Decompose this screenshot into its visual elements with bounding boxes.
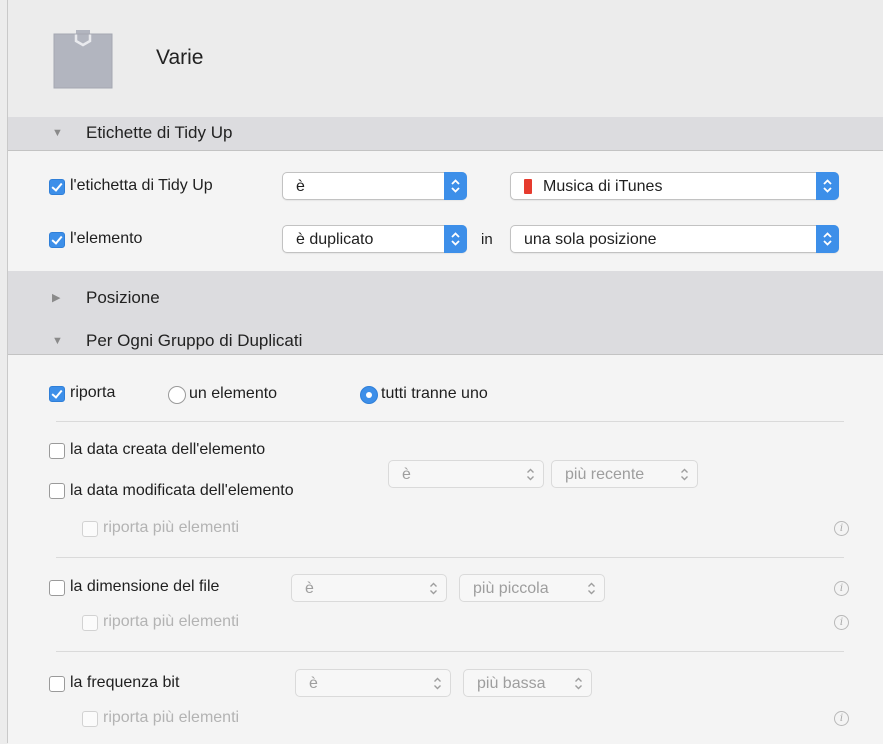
duplicate-rule-checkbox[interactable]: [49, 232, 65, 248]
report-checkbox[interactable]: [49, 386, 65, 402]
disclosure-triangle-down-icon[interactable]: ▼: [52, 127, 63, 139]
info-icon[interactable]: i: [834, 615, 849, 630]
bitrate-label: la frequenza bit: [70, 674, 180, 691]
popup-value: più recente: [565, 466, 645, 483]
file-size-label: la dimensione del file: [70, 578, 220, 595]
created-date-checkbox[interactable]: [49, 443, 65, 459]
popup-value: è: [296, 178, 305, 195]
divider: [56, 421, 844, 422]
section-header-position[interactable]: ▶ Posizione: [8, 271, 883, 327]
divider: [56, 651, 844, 652]
popup-value: è duplicato: [296, 231, 374, 248]
radio-one-item-label: un elemento: [189, 385, 278, 402]
date-operator-popup[interactable]: è: [388, 460, 544, 488]
date-value-popup[interactable]: più recente: [551, 460, 698, 488]
chevron-updown-icon: [681, 468, 688, 481]
chevron-updown-icon: [527, 468, 534, 481]
info-icon[interactable]: i: [834, 581, 849, 596]
per-group-panel: riporta un elemento tutti tranne uno la …: [8, 354, 883, 744]
chevron-updown-icon: [444, 172, 467, 200]
info-icon[interactable]: i: [834, 711, 849, 726]
modified-date-label: la data modificata dell'elemento: [70, 482, 294, 499]
folder-icon: [53, 30, 113, 89]
section-label: Posizione: [86, 288, 160, 307]
tag-rule-checkbox[interactable]: [49, 179, 65, 195]
chevron-updown-icon: [434, 677, 441, 690]
tag-operator-popup[interactable]: è: [282, 172, 467, 200]
chevron-updown-icon: [816, 225, 839, 253]
tags-panel: l'etichetta di Tidy Up è Musica di iTune…: [8, 150, 883, 272]
created-date-label: la data creata dell'elemento: [70, 441, 266, 458]
location-popup[interactable]: una sola posizione: [510, 225, 839, 253]
disclosure-triangle-down-icon[interactable]: ▼: [52, 335, 63, 347]
modified-date-checkbox[interactable]: [49, 483, 65, 499]
divider: [56, 557, 844, 558]
bitrate-report-more-checkbox[interactable]: [82, 711, 98, 727]
section-header-per-group[interactable]: ▼ Per Ogni Gruppo di Duplicati: [8, 327, 883, 354]
bitrate-checkbox[interactable]: [49, 676, 65, 692]
popup-value: Musica di iTunes: [543, 178, 663, 195]
radio-all-but-one[interactable]: [360, 386, 378, 404]
duplicate-operator-popup[interactable]: è duplicato: [282, 225, 467, 253]
popup-value: una sola posizione: [524, 231, 657, 248]
duplicate-rule-label: l'elemento: [70, 230, 143, 247]
radio-all-but-one-label: tutti tranne uno: [381, 385, 488, 402]
chevron-updown-icon: [444, 225, 467, 253]
popup-value: è: [305, 580, 314, 597]
date-report-more-checkbox[interactable]: [82, 521, 98, 537]
popup-value: è: [402, 466, 411, 483]
popup-value: più piccola: [473, 580, 549, 597]
info-icon[interactable]: i: [834, 521, 849, 536]
section-label: Etichette di Tidy Up: [86, 123, 233, 142]
file-size-checkbox[interactable]: [49, 580, 65, 596]
disclosure-triangle-right-icon[interactable]: ▶: [52, 291, 60, 304]
red-tag-swatch-icon: [524, 179, 532, 194]
chevron-updown-icon: [430, 582, 437, 595]
date-report-more-label: riporta più elementi: [103, 519, 240, 536]
chevron-updown-icon: [588, 582, 595, 595]
chevron-updown-icon: [575, 677, 582, 690]
radio-one-item[interactable]: [168, 386, 186, 404]
bitrate-operator-popup[interactable]: è: [295, 669, 451, 697]
tag-rule-label: l'etichetta di Tidy Up: [70, 177, 213, 194]
section-header-tags[interactable]: ▼ Etichette di Tidy Up: [8, 117, 883, 150]
popup-value: è: [309, 675, 318, 692]
report-label: riporta: [70, 384, 116, 401]
popup-value: più bassa: [477, 675, 546, 692]
bitrate-report-more-label: riporta più elementi: [103, 709, 240, 726]
size-report-more-label: riporta più elementi: [103, 613, 240, 630]
section-label: Per Ogni Gruppo di Duplicati: [86, 331, 303, 350]
size-value-popup[interactable]: più piccola: [459, 574, 605, 602]
tag-value-popup[interactable]: Musica di iTunes: [510, 172, 839, 200]
page-title: Varie: [156, 46, 204, 69]
size-operator-popup[interactable]: è: [291, 574, 447, 602]
in-label: in: [481, 231, 493, 248]
chevron-updown-icon: [816, 172, 839, 200]
bitrate-value-popup[interactable]: più bassa: [463, 669, 592, 697]
size-report-more-checkbox[interactable]: [82, 615, 98, 631]
header: Varie: [8, 0, 883, 117]
